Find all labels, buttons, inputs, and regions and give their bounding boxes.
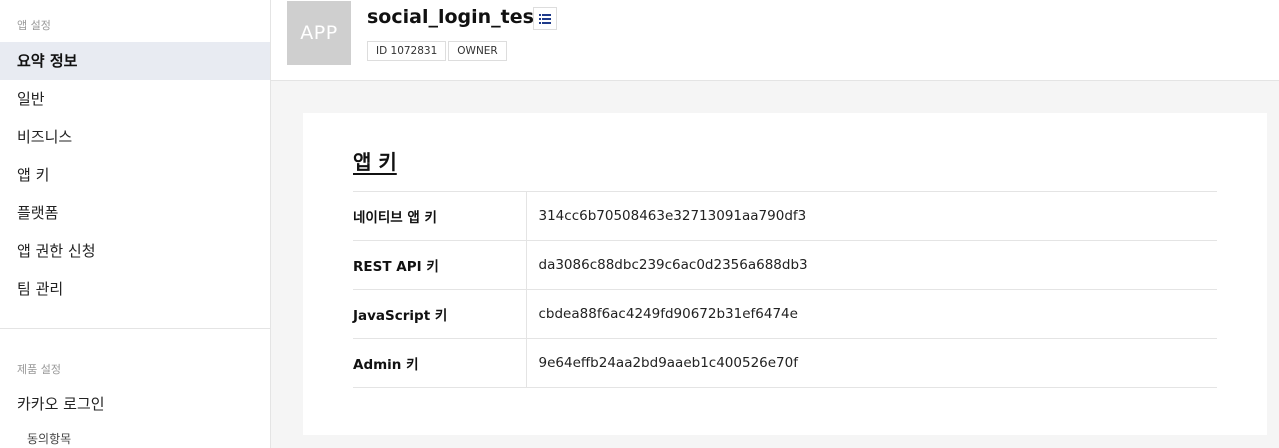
main-content: APP social_login_test ID 1072831 OWNER 앱…: [271, 0, 1279, 448]
sidebar-item-kakao-login[interactable]: 카카오 로그인: [0, 385, 270, 423]
sidebar-divider: [0, 328, 270, 329]
sidebar-item-general[interactable]: 일반: [0, 80, 270, 118]
key-value[interactable]: 314cc6b70508463e32713091aa790df3: [526, 191, 1217, 241]
section-label-app: 앱 설정: [17, 19, 51, 32]
sidebar-subitem-consent[interactable]: 동의항목: [27, 430, 71, 447]
sidebar-item-app-keys[interactable]: 앱 키: [0, 156, 270, 194]
app-icon-placeholder: APP: [287, 1, 351, 65]
sidebar-item-team[interactable]: 팀 관리: [0, 270, 270, 308]
card-title: 앱 키: [353, 150, 397, 174]
table-row: JavaScript 키 cbdea88f6ac4249fd90672b31ef…: [353, 289, 1217, 339]
app-keys-table: 네이티브 앱 키 314cc6b70508463e32713091aa790df…: [353, 191, 1217, 388]
sidebar-item-summary[interactable]: 요약 정보: [0, 42, 270, 80]
key-value[interactable]: cbdea88f6ac4249fd90672b31ef6474e: [526, 289, 1217, 339]
key-label: JavaScript 키: [353, 289, 527, 339]
list-icon: [539, 13, 551, 24]
app-badges: ID 1072831 OWNER: [367, 41, 507, 61]
app-id-badge: ID 1072831: [367, 41, 447, 61]
sidebar-item-permission-request[interactable]: 앱 권한 신청: [0, 232, 270, 270]
key-label: Admin 키: [353, 338, 527, 388]
table-row: 네이티브 앱 키 314cc6b70508463e32713091aa790df…: [353, 191, 1217, 241]
app-settings-page: 앱 설정 요약 정보 일반 비즈니스 앱 키 플랫폼 앱 권한 신청 팀 관리 …: [0, 0, 1279, 448]
app-keys-card: 앱 키 네이티브 앱 키 314cc6b70508463e32713091aa7…: [303, 113, 1267, 435]
table-row: REST API 키 da3086c88dbc239c6ac0d2356a688…: [353, 240, 1217, 290]
key-value[interactable]: 9e64effb24aa2bd9aaeb1c400526e70f: [526, 338, 1217, 388]
sidebar-item-business[interactable]: 비즈니스: [0, 118, 270, 156]
sidebar: 앱 설정 요약 정보 일반 비즈니스 앱 키 플랫폼 앱 권한 신청 팀 관리 …: [0, 0, 271, 448]
section-label-product: 제품 설정: [17, 363, 61, 376]
sidebar-item-platform[interactable]: 플랫폼: [0, 194, 270, 232]
sidebar-menu: 요약 정보 일반 비즈니스 앱 키 플랫폼 앱 권한 신청 팀 관리: [0, 42, 270, 308]
app-name-title: social_login_test: [367, 6, 544, 28]
table-row: Admin 키 9e64effb24aa2bd9aaeb1c400526e70f: [353, 338, 1217, 388]
app-list-button[interactable]: [533, 7, 557, 30]
app-header: APP social_login_test ID 1072831 OWNER: [271, 0, 1279, 81]
key-value[interactable]: da3086c88dbc239c6ac0d2356a688db3: [526, 240, 1217, 290]
key-label: REST API 키: [353, 240, 527, 290]
role-badge: OWNER: [448, 41, 507, 61]
key-label: 네이티브 앱 키: [353, 191, 527, 241]
